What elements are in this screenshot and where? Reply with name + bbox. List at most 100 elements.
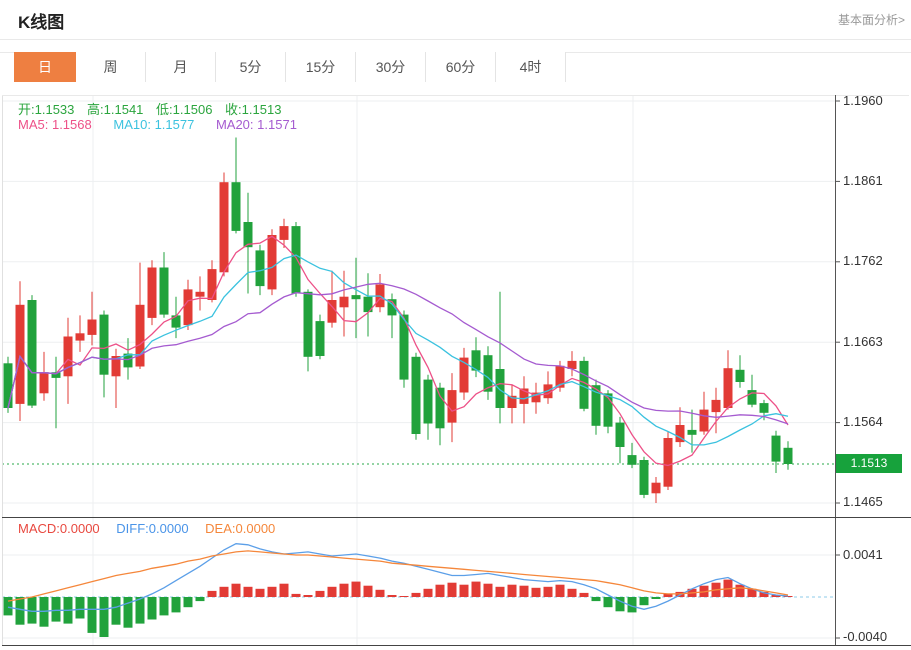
macd-bar [604,597,613,607]
diff-readout: DIFF:0.0000 [116,521,188,536]
macd-bar [160,597,169,615]
macd-bar [316,591,325,597]
macd-bar [196,597,205,601]
low-readout: 低:1.1506 [156,102,212,117]
macd-bar [388,595,397,597]
macd-bar [88,597,97,633]
kline-widget: K线图 基本面分析> 日 周 月 5分 15分 30分 60分 4时 开:1.1… [0,0,911,650]
macd-bar [4,597,13,615]
candle-body [232,182,241,231]
macd-bar [52,597,61,622]
macd-bar [592,597,601,601]
dea-readout: DEA:0.0000 [205,521,275,536]
candle-body [64,337,73,377]
macd-bar [220,587,229,597]
macd-bar [280,584,289,597]
high-readout: 高:1.1541 [87,102,143,117]
candle-body [340,297,349,308]
macd-bar [436,585,445,597]
candle-body [184,289,193,325]
candle-body [772,436,781,462]
candle-body [160,268,169,315]
candle-body [268,235,277,289]
candle-body [304,292,313,357]
candle-body [352,295,361,299]
candle-body [76,333,85,340]
ma20-readout: MA20: 1.1571 [216,117,297,132]
macd-bar [460,585,469,597]
candle-body [652,483,661,494]
candle-body [412,357,421,434]
ohlc-legend: 开:1.1533 高:1.1541 低:1.1506 收:1.1513 [18,99,290,118]
macd-bar [172,597,181,612]
macd-bar [400,596,409,597]
macd-bar [544,587,553,597]
ma20-line [8,283,788,424]
candle-body [136,305,145,367]
macd-bar [328,587,337,597]
macd-bar [100,597,109,637]
candle-body [640,460,649,495]
macd-bar [292,594,301,597]
kline-chart-canvas[interactable] [0,0,911,650]
macd-bar [136,597,145,624]
macd-bar [112,597,121,625]
ma5-readout: MA5: 1.1568 [18,117,92,132]
macd-bar [568,589,577,597]
macd-bar [652,597,661,599]
open-readout: 开:1.1533 [18,102,74,117]
macd-bar [520,586,529,597]
macd-bar [268,587,277,597]
candle-body [148,268,157,318]
candle-body [784,448,793,464]
candle-body [712,400,721,412]
macd-bar [640,597,649,605]
candle-body [496,369,505,408]
macd-bar [148,597,157,620]
candle-body [664,438,673,487]
candle-body [280,226,289,240]
price-axis-label: 1.1465 [843,494,883,509]
candle-body [100,315,109,375]
macd-bar [484,584,493,597]
ma-legend: MA5: 1.1568 MA10: 1.1577 MA20: 1.1571 [18,117,315,132]
macd-bar [184,597,193,607]
ma10-readout: MA10: 1.1577 [113,117,194,132]
macd-legend: MACD:0.0000 DIFF:0.0000 DEA:0.0000 [18,521,288,536]
candle-body [16,305,25,404]
candle-body [28,300,37,406]
macd-bar [556,585,565,597]
price-axis-label: 1.1960 [843,93,883,108]
macd-bar [364,586,373,597]
candle-body [88,320,97,335]
candle-body [628,455,637,465]
macd-bar [208,591,217,597]
macd-bar [508,585,517,597]
macd-bar [16,597,25,625]
close-readout: 收:1.1513 [225,102,281,117]
macd-bar [472,582,481,597]
candle-body [316,321,325,356]
macd-bar [736,585,745,597]
candle-body [724,368,733,408]
price-axis-label: 1.1762 [843,253,883,268]
last-price-badge: 1.1513 [836,454,902,473]
candle-body [292,226,301,293]
candle-body [688,430,697,435]
macd-readout: MACD:0.0000 [18,521,100,536]
candle-body [436,388,445,429]
candle-body [616,423,625,447]
macd-bar [352,582,361,597]
macd-bar [412,593,421,597]
price-axis-label: 1.1861 [843,173,883,188]
dea-line [8,551,788,601]
macd-bar [448,583,457,597]
price-axis-label: 1.1564 [843,414,883,429]
macd-bar [340,584,349,597]
macd-bar [580,593,589,597]
candle-body [196,292,205,297]
macd-bar [232,584,241,597]
candle-body [760,403,769,413]
candle-body [220,182,229,272]
macd-bar [304,595,313,597]
